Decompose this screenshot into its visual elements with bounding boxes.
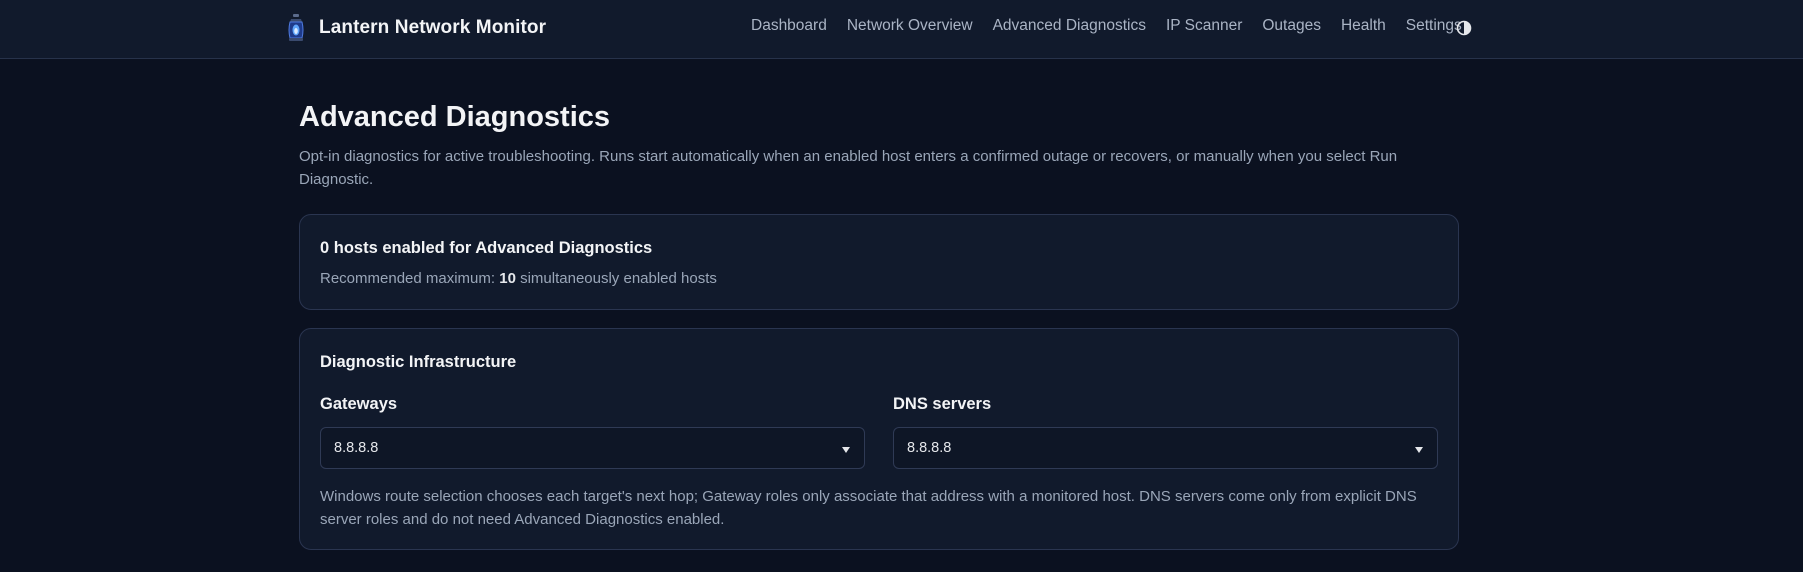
page-title: Advanced Diagnostics bbox=[299, 101, 611, 133]
diagnostic-infrastructure-card: Diagnostic Infrastructure Gateways 8.8.8… bbox=[299, 328, 1459, 550]
dns-servers-select[interactable]: 8.8.8.8 bbox=[893, 427, 1438, 469]
nav-item-health[interactable]: Health bbox=[1341, 17, 1386, 35]
dns-servers-select-value: 8.8.8.8 bbox=[907, 440, 952, 456]
enabled-hosts-heading: 0 hosts enabled for Advanced Diagnostics bbox=[320, 239, 653, 257]
contrast-icon[interactable] bbox=[1456, 20, 1472, 36]
brand[interactable]: Lantern Network Monitor bbox=[287, 12, 546, 44]
top-navbar: Lantern Network Monitor Dashboard Networ… bbox=[0, 0, 1803, 59]
recommended-suffix: simultaneously enabled hosts bbox=[515, 270, 717, 287]
infrastructure-heading: Diagnostic Infrastructure bbox=[320, 353, 517, 371]
chevron-down-icon bbox=[1414, 442, 1424, 453]
enabled-hosts-card: 0 hosts enabled for Advanced Diagnostics… bbox=[299, 214, 1459, 310]
main-nav: Dashboard Network Overview Advanced Diag… bbox=[751, 17, 1482, 35]
nav-item-settings[interactable]: Settings bbox=[1406, 17, 1462, 35]
gateways-select[interactable]: 8.8.8.8 bbox=[320, 427, 865, 469]
gateways-select-value: 8.8.8.8 bbox=[334, 440, 379, 456]
dns-servers-label: DNS servers bbox=[893, 395, 992, 413]
chevron-down-icon bbox=[841, 442, 851, 453]
nav-item-advanced-diagnostics[interactable]: Advanced Diagnostics bbox=[993, 17, 1146, 35]
gateways-label: Gateways bbox=[320, 395, 398, 413]
infrastructure-note: Windows route selection chooses each tar… bbox=[320, 488, 1417, 528]
nav-item-dashboard[interactable]: Dashboard bbox=[751, 17, 827, 35]
nav-item-outages[interactable]: Outages bbox=[1262, 17, 1321, 35]
recommended-value: 10 bbox=[499, 270, 516, 287]
recommended-prefix: Recommended maximum: bbox=[320, 270, 500, 287]
nav-item-ip-scanner[interactable]: IP Scanner bbox=[1166, 17, 1242, 35]
lantern-icon bbox=[287, 13, 305, 43]
app-title: Lantern Network Monitor bbox=[319, 17, 547, 38]
page-subtitle: Opt-in diagnostics for active troublesho… bbox=[299, 148, 1398, 188]
nav-item-network-overview[interactable]: Network Overview bbox=[847, 17, 973, 35]
recommended-maximum: Recommended maximum: 10 simultaneously e… bbox=[320, 270, 717, 287]
